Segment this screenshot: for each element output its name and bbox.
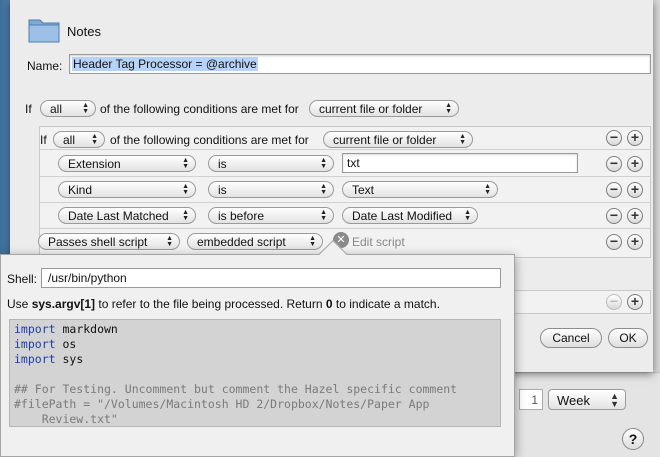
condition-value-label: Date Last Modified: [352, 209, 453, 223]
up-down-arrows-icon: ▲ ▼: [445, 102, 452, 115]
inner-target-label: current file or folder: [333, 133, 437, 147]
up-down-arrows-icon: ▲ ▼: [182, 209, 189, 222]
add-condition-button[interactable]: +: [627, 182, 643, 198]
code-line: ## For Testing. Uncomment but comment th…: [14, 382, 458, 396]
remove-condition-button[interactable]: −: [606, 156, 622, 172]
outer-match-label: all: [50, 102, 63, 116]
ok-button[interactable]: OK: [608, 328, 648, 348]
name-label: Name:: [27, 59, 63, 73]
up-down-arrows-icon: ▲ ▼: [320, 157, 327, 170]
up-down-arrows-icon: ▲ ▼: [309, 235, 316, 248]
up-down-arrows-icon: ▲ ▼: [91, 133, 98, 146]
condition-operator-label: is: [218, 183, 227, 197]
condition-attribute-label: Extension: [68, 157, 121, 171]
add-condition-button[interactable]: +: [627, 234, 643, 250]
up-down-arrows-icon: ▲ ▼: [320, 209, 327, 222]
code-line: Review.txt": [14, 412, 118, 426]
condition-operator-label: is: [218, 157, 227, 171]
background-period-label: Week: [557, 393, 590, 408]
up-down-arrows-icon: ▲ ▼: [320, 183, 327, 196]
inner-condition-text: of the following conditions are met for: [110, 133, 309, 147]
inner-if-label: If: [40, 133, 47, 147]
shell-path-input[interactable]: /usr/bin/python: [41, 268, 501, 288]
condition-operator-label: embedded script: [197, 235, 286, 249]
inner-target-popup[interactable]: current file or folder ▲ ▼: [323, 131, 473, 148]
help-button[interactable]: ?: [622, 428, 644, 450]
shell-label: Shell:: [7, 272, 38, 286]
code-line: import markdown: [14, 322, 118, 336]
condition-attribute-popup[interactable]: Passes shell script ▲ ▼: [38, 233, 180, 250]
inner-match-label: all: [63, 133, 76, 147]
embedded-script-popover: Shell: /usr/bin/python Use sys.argv[1] t…: [0, 239, 515, 457]
outer-target-popup[interactable]: current file or folder ▲ ▼: [309, 100, 459, 117]
code-line: ​: [14, 367, 496, 382]
add-condition-button[interactable]: +: [627, 130, 643, 146]
rule-name-input[interactable]: Header Tag Processor = @archive: [69, 54, 651, 74]
background-number-field[interactable]: 1: [519, 389, 543, 410]
add-action-button[interactable]: +: [627, 294, 643, 310]
remove-condition-button[interactable]: −: [606, 234, 622, 250]
condition-attribute-popup[interactable]: Kind ▲ ▼: [58, 181, 196, 198]
up-down-arrows-icon: ▲ ▼: [166, 235, 173, 248]
outer-condition-text: of the following conditions are met for: [100, 102, 299, 116]
condition-value-popup[interactable]: Date Last Modified ▲ ▼: [342, 207, 478, 224]
code-line: #filePath = "/Volumes/Macintosh HD 2/Dro…: [14, 397, 430, 411]
remove-condition-button[interactable]: −: [606, 208, 622, 224]
code-line: import os: [14, 337, 77, 351]
condition-attribute-label: Date Last Matched: [68, 209, 169, 223]
condition-attribute-label: Kind: [68, 183, 93, 197]
script-editor[interactable]: import markdownimport osimport sys​## Fo…: [9, 319, 501, 427]
condition-value-popup[interactable]: Text ▲ ▼: [342, 181, 498, 198]
edit-script-link[interactable]: Edit script: [352, 235, 405, 249]
condition-operator-popup[interactable]: is before ▲ ▼: [208, 207, 334, 224]
condition-operator-label: is before: [218, 209, 265, 223]
up-down-arrows-icon: ▲ ▼: [182, 183, 189, 196]
condition-attribute-popup[interactable]: Extension ▲ ▼: [58, 155, 196, 172]
cancel-button[interactable]: Cancel: [540, 328, 602, 348]
remove-condition-button[interactable]: −: [606, 130, 622, 146]
condition-attribute-label: Passes shell script: [48, 235, 148, 249]
code-line: import sys: [14, 352, 84, 366]
remove-action-button[interactable]: −: [606, 294, 622, 310]
inner-match-popup[interactable]: all ▲ ▼: [53, 131, 105, 148]
outer-if-label: If: [25, 102, 32, 116]
outer-match-popup[interactable]: all ▲ ▼: [40, 100, 96, 117]
up-down-arrows-icon: ▲ ▼: [182, 157, 189, 170]
background-period-select[interactable]: Week ▲ ▼: [548, 389, 626, 410]
condition-operator-popup[interactable]: is ▲ ▼: [208, 155, 334, 172]
condition-operator-popup[interactable]: is ▲ ▼: [208, 181, 334, 198]
condition-value-field[interactable]: txt: [342, 153, 578, 173]
up-down-arrows-icon: ▲ ▼: [484, 183, 491, 196]
outer-target-label: current file or folder: [319, 102, 423, 116]
up-down-arrows-icon: ▲ ▼: [610, 391, 619, 409]
up-down-arrows-icon: ▲ ▼: [459, 133, 466, 146]
folder-icon: [28, 19, 60, 43]
remove-condition-button[interactable]: −: [606, 182, 622, 198]
folder-title: Notes: [67, 24, 101, 39]
add-condition-button[interactable]: +: [627, 208, 643, 224]
condition-value-label: Text: [352, 183, 375, 197]
condition-attribute-popup[interactable]: Date Last Matched ▲ ▼: [58, 207, 196, 224]
rule-name-value: Header Tag Processor = @archive: [72, 57, 258, 71]
script-hint-text: Use sys.argv[1] to refer to the file bei…: [7, 297, 440, 311]
up-down-arrows-icon: ▲ ▼: [464, 209, 471, 222]
condition-operator-popup[interactable]: embedded script ▲ ▼: [187, 233, 323, 250]
up-down-arrows-icon: ▲ ▼: [82, 102, 89, 115]
add-condition-button[interactable]: +: [627, 156, 643, 172]
